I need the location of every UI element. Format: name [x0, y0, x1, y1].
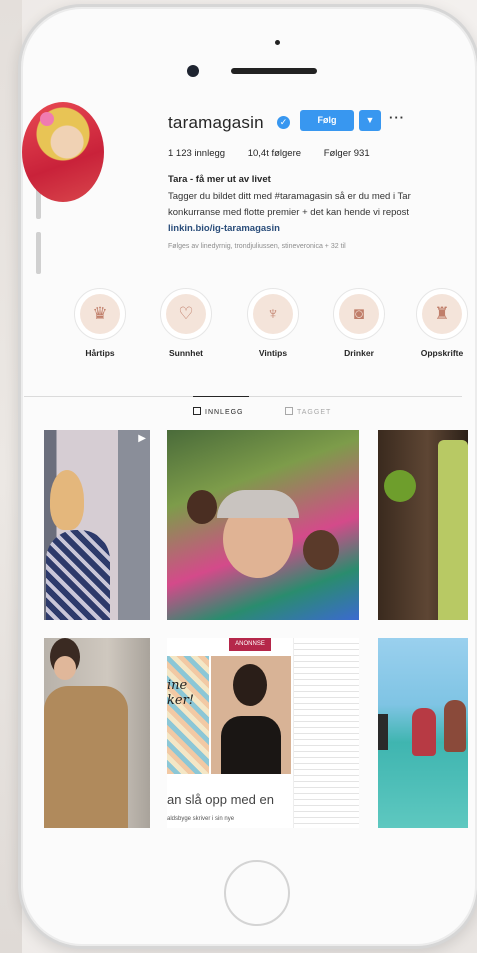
post-face-3 — [187, 490, 217, 524]
verified-badge-icon: ✓ — [277, 116, 290, 129]
post-comment-panel — [293, 638, 359, 828]
post-overlay-subtext: aldsbyge skriver i sin nye — [167, 816, 235, 822]
highlight-oppskrifter[interactable]: ♜ Oppskrifte — [412, 288, 472, 358]
follow-button[interactable]: Følg — [300, 110, 354, 131]
tag-icon — [285, 407, 293, 415]
post-portrait-hair — [233, 664, 267, 706]
sensor — [275, 40, 280, 45]
bio-link[interactable]: linkin.bio/ig-taramagasin — [168, 223, 280, 234]
mixer-icon: ♜ — [422, 294, 462, 334]
highlight-label: Sunnhet — [169, 348, 203, 358]
post-overlay-text: an slå opp med en — [167, 792, 274, 807]
bio-line-1: Tagger du bildet ditt med #taramagasin s… — [168, 191, 411, 202]
tab-tagged[interactable]: TAGGET — [285, 407, 331, 416]
more-options-icon[interactable]: ··· — [389, 110, 405, 125]
video-icon: ▶ — [138, 433, 146, 444]
followed-by-text[interactable]: Følges av linedyrnig, trondjuliussen, st… — [168, 243, 346, 250]
post-thumbnail[interactable]: ANONNSE ine ker! an slå opp med en aldsb… — [167, 638, 359, 828]
post-thumbnail[interactable] — [378, 430, 468, 620]
post-coat — [44, 686, 128, 828]
highlight-label: Oppskrifte — [420, 348, 464, 358]
post-portrait — [211, 656, 291, 774]
post-face — [54, 656, 76, 680]
post-person-2 — [444, 700, 466, 752]
profile-stats: 1 123 innlegg 10,4t følgere Følger 931 — [168, 148, 390, 159]
highlight-ring: ♛ — [74, 288, 126, 340]
post-tag: ANONNSE — [229, 638, 271, 651]
highlight-sunnhet[interactable]: ♡ Sunnhet — [156, 288, 216, 358]
grid-icon — [193, 407, 201, 415]
wine-glass-icon: ♆ — [253, 294, 293, 334]
post-thumbnail[interactable] — [44, 638, 150, 828]
avatar-badge — [40, 112, 54, 126]
highlight-ring: ♆ — [247, 288, 299, 340]
highlight-ring: ◙ — [333, 288, 385, 340]
home-button[interactable] — [224, 860, 290, 926]
hair-icon: ♛ — [80, 294, 120, 334]
post-thumbnail[interactable] — [378, 638, 468, 828]
bio-line-2: konkurranse med flotte premier + det kan… — [168, 207, 410, 218]
highlight-drinker[interactable]: ◙ Drinker — [329, 288, 389, 358]
highlight-vintips[interactable]: ♆ Vintips — [243, 288, 303, 358]
posts-count: 1 123 innlegg — [168, 148, 226, 159]
drink-icon: ◙ — [339, 294, 379, 334]
post-figure-dress — [46, 530, 110, 620]
highlight-ring: ♡ — [160, 288, 212, 340]
post-figure-hair — [50, 470, 84, 530]
highlight-label: Drinker — [344, 348, 374, 358]
post-face-2 — [303, 530, 339, 570]
post-person-1 — [412, 708, 436, 756]
tab-posts-label: INNLEGG — [205, 409, 244, 416]
followers-count[interactable]: 10,4t følgere — [248, 148, 301, 159]
highlight-label: Hårtips — [85, 348, 115, 358]
post-apple — [384, 470, 416, 502]
following-count[interactable]: Følger 931 — [324, 148, 370, 159]
highlight-hartips[interactable]: ♛ Hårtips — [70, 288, 130, 358]
volume-down-button — [36, 232, 41, 274]
profile-username: taramagasin — [168, 113, 264, 132]
highlight-label: Vintips — [258, 348, 288, 358]
profile-avatar[interactable] — [22, 102, 104, 202]
post-juice-bottle — [438, 440, 468, 620]
post-script-text: ine ker! — [167, 678, 195, 708]
front-camera-icon — [187, 65, 199, 77]
post-pattern — [167, 656, 209, 774]
highlight-ring: ♜ — [416, 288, 468, 340]
post-portrait-shirt — [221, 716, 281, 774]
active-tab-indicator — [193, 396, 249, 397]
post-person-3 — [378, 714, 388, 750]
tab-tagged-label: TAGGET — [297, 409, 332, 416]
post-hair — [217, 490, 299, 518]
earpiece-speaker — [231, 68, 317, 74]
bio-name: Tara - få mer ut av livet — [168, 174, 271, 185]
tab-posts[interactable]: INNLEGG — [193, 407, 244, 416]
chevron-down-icon[interactable]: ▼ — [359, 110, 381, 131]
heart-icon: ♡ — [166, 294, 206, 334]
post-thumbnail[interactable] — [167, 430, 359, 620]
post-thumbnail[interactable]: ▶ — [44, 430, 150, 620]
